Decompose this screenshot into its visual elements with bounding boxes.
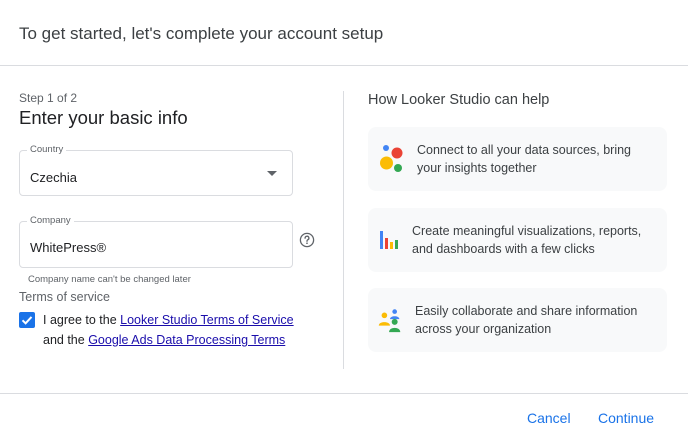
section-title: Enter your basic info	[19, 107, 188, 128]
tos-text-mid: and the	[43, 333, 85, 347]
country-select[interactable]: Country Czechia	[19, 144, 293, 196]
tos-agreement-text: I agree to the Looker Studio Terms of Se…	[43, 310, 303, 350]
people-icon	[378, 309, 401, 333]
tos-checkbox[interactable]	[19, 312, 35, 328]
dropdown-arrow-icon	[267, 171, 277, 176]
help-card-text: Easily collaborate and share information…	[415, 304, 638, 336]
company-field[interactable]: Company WhitePress®	[19, 215, 293, 268]
tos-text-before: I agree to the	[43, 313, 117, 327]
data-sources-icon	[380, 145, 403, 172]
cancel-button[interactable]: Cancel	[527, 410, 571, 426]
help-card-collaborate: Easily collaborate and share information…	[368, 288, 667, 352]
help-card-visualizations: Create meaningful visualizations, report…	[368, 208, 667, 272]
ads-data-terms-link[interactable]: Google Ads Data Processing Terms	[88, 333, 285, 347]
tos-heading: Terms of service	[19, 290, 110, 304]
step-indicator: Step 1 of 2	[19, 91, 78, 105]
bar-chart-icon	[380, 231, 398, 249]
country-value: Czechia	[30, 170, 77, 185]
help-icon[interactable]	[299, 232, 315, 248]
footer-divider	[0, 393, 688, 394]
checkmark-icon	[21, 316, 33, 325]
company-value: WhitePress®	[30, 240, 107, 255]
vertical-divider	[343, 91, 344, 369]
looker-terms-link[interactable]: Looker Studio Terms of Service	[120, 313, 293, 327]
continue-button[interactable]: Continue	[598, 410, 654, 426]
dialog-header: To get started, let's complete your acco…	[0, 0, 688, 66]
dialog-title: To get started, let's complete your acco…	[19, 24, 384, 43]
help-card-text: Connect to all your data sources, bring …	[417, 143, 632, 175]
country-label: Country	[27, 144, 67, 156]
help-title: How Looker Studio can help	[368, 92, 550, 108]
company-label: Company	[27, 215, 74, 227]
company-helper-text: Company name can't be changed later	[28, 274, 191, 285]
help-card-text: Create meaningful visualizations, report…	[412, 224, 642, 256]
help-card-data-sources: Connect to all your data sources, bring …	[368, 127, 667, 191]
